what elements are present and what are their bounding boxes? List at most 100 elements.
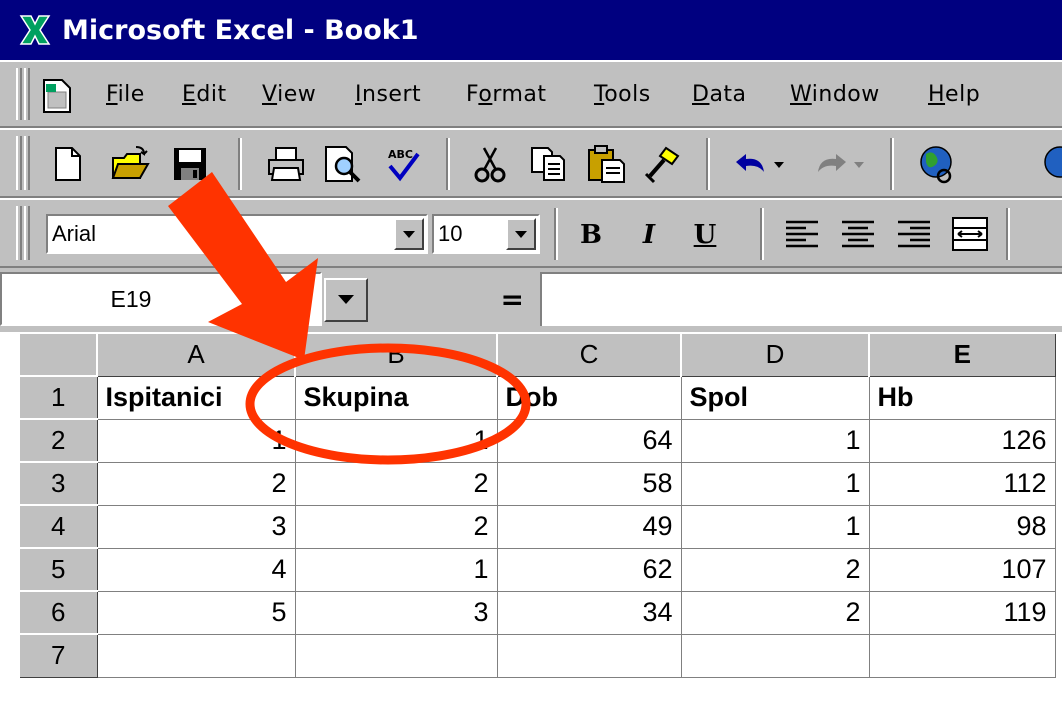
cell[interactable]: 58 (496, 461, 682, 506)
menu-grip-2 (24, 68, 30, 120)
cell[interactable]: 98 (868, 504, 1056, 549)
row-header[interactable]: 2 (18, 418, 98, 463)
cell[interactable] (294, 633, 498, 678)
font-size-value: 10 (438, 221, 463, 246)
cell[interactable] (680, 633, 870, 678)
cell[interactable]: 3 (96, 504, 296, 549)
standard-toolbar-grip[interactable] (16, 136, 22, 190)
new-document-icon[interactable] (48, 144, 88, 184)
bold-button[interactable]: B (572, 216, 610, 254)
title-bar: Microsoft Excel - Book1 (0, 0, 1062, 60)
column-header-b[interactable]: B (294, 332, 498, 377)
cell[interactable]: 2 (680, 547, 870, 592)
row-header[interactable]: 1 (18, 375, 98, 420)
cell[interactable]: 5 (96, 590, 296, 635)
cell-d1[interactable]: Spol (680, 375, 870, 420)
cell-b1[interactable]: Skupina (294, 375, 498, 420)
formatting-toolbar-grip-2 (24, 206, 30, 260)
save-disk-icon[interactable] (170, 144, 210, 184)
column-header-e[interactable]: E (868, 332, 1056, 377)
cell[interactable] (496, 633, 682, 678)
cell[interactable] (96, 633, 296, 678)
menu-view[interactable]: View (262, 82, 316, 107)
select-all-corner[interactable] (18, 332, 98, 377)
column-header-d[interactable]: D (680, 332, 870, 377)
cell[interactable]: 1 (294, 547, 498, 592)
cell[interactable]: 1 (96, 418, 296, 463)
menu-help[interactable]: Help (928, 82, 980, 107)
cell[interactable]: 62 (496, 547, 682, 592)
column-header-c[interactable]: C (496, 332, 682, 377)
workbook-document-icon[interactable] (40, 78, 74, 114)
align-left-icon[interactable] (782, 214, 822, 254)
menu-insert[interactable]: Insert (355, 82, 421, 107)
cut-scissors-icon[interactable] (470, 144, 510, 184)
cell[interactable]: 3 (294, 590, 498, 635)
font-size-dropdown-arrow-icon[interactable] (506, 218, 536, 250)
cell[interactable]: 1 (680, 461, 870, 506)
cell[interactable] (868, 633, 1056, 678)
print-preview-icon[interactable] (322, 144, 362, 184)
cell[interactable]: 1 (680, 418, 870, 463)
underline-button[interactable]: U (686, 216, 724, 254)
italic-button[interactable]: I (630, 216, 668, 254)
name-box[interactable]: E19 (0, 272, 322, 326)
cell[interactable]: 64 (496, 418, 682, 463)
spelling-check-icon[interactable]: ABC (382, 144, 422, 184)
row-header[interactable]: 3 (18, 461, 98, 506)
font-name-combo[interactable]: Arial (46, 214, 428, 254)
row-header[interactable]: 7 (18, 633, 98, 678)
cell[interactable]: 34 (496, 590, 682, 635)
align-center-icon[interactable] (838, 214, 878, 254)
name-box-dropdown-arrow-icon[interactable] (324, 278, 368, 322)
formatting-toolbar-grip[interactable] (16, 206, 22, 260)
cell[interactable]: 2 (96, 461, 296, 506)
menu-data[interactable]: Data (692, 82, 747, 107)
open-folder-icon[interactable] (110, 144, 150, 184)
cell[interactable]: 49 (496, 504, 682, 549)
column-header-a[interactable]: A (96, 332, 296, 377)
row-header[interactable]: 5 (18, 547, 98, 592)
undo-icon[interactable] (730, 144, 796, 184)
merge-and-center-icon[interactable] (950, 214, 990, 254)
cell-c1[interactable]: Dob (496, 375, 682, 420)
cell-a1[interactable]: Ispitanici (96, 375, 296, 420)
menu-file[interactable]: File (106, 82, 145, 107)
cell[interactable]: 112 (868, 461, 1056, 506)
worksheet-grid: A B C D E 1 Ispitanici Skupina Dob Spol … (0, 332, 1062, 705)
menu-edit[interactable]: Edit (182, 82, 227, 107)
print-icon[interactable] (266, 144, 306, 184)
formula-bar: E19 = (0, 268, 1062, 332)
web-toolbar-globe-icon[interactable] (914, 144, 960, 184)
cell[interactable]: 2 (680, 590, 870, 635)
cell[interactable]: 1 (680, 504, 870, 549)
cell[interactable]: 1 (294, 418, 498, 463)
redo-icon[interactable] (810, 144, 876, 184)
cell[interactable]: 2 (294, 461, 498, 506)
font-dropdown-arrow-icon[interactable] (394, 218, 424, 250)
excel-logo-icon (19, 15, 51, 45)
cell[interactable]: 2 (294, 504, 498, 549)
web-globe-partial-icon[interactable] (1040, 144, 1062, 184)
cell[interactable]: 119 (868, 590, 1056, 635)
font-name-value: Arial (52, 221, 97, 246)
font-size-combo[interactable]: 10 (432, 214, 540, 254)
paste-clipboard-icon[interactable] (586, 144, 626, 184)
menu-format[interactable]: Format (466, 82, 547, 107)
align-right-icon[interactable] (894, 214, 934, 254)
menu-window[interactable]: Window (790, 82, 880, 107)
copy-icon[interactable] (528, 144, 568, 184)
edit-formula-button[interactable]: = (386, 278, 536, 322)
cell[interactable]: 4 (96, 547, 296, 592)
row-header[interactable]: 4 (18, 504, 98, 549)
formula-input[interactable] (540, 272, 1062, 326)
menu-grip[interactable] (16, 68, 22, 120)
row-header[interactable]: 6 (18, 590, 98, 635)
format-painter-icon[interactable] (642, 144, 682, 184)
cell[interactable]: 126 (868, 418, 1056, 463)
cell[interactable]: 107 (868, 547, 1056, 592)
cell-e1[interactable]: Hb (868, 375, 1056, 420)
table-row: 6 5 3 34 2 119 (18, 590, 1056, 635)
toolbar-separator (760, 208, 764, 260)
menu-tools[interactable]: Tools (594, 82, 651, 107)
